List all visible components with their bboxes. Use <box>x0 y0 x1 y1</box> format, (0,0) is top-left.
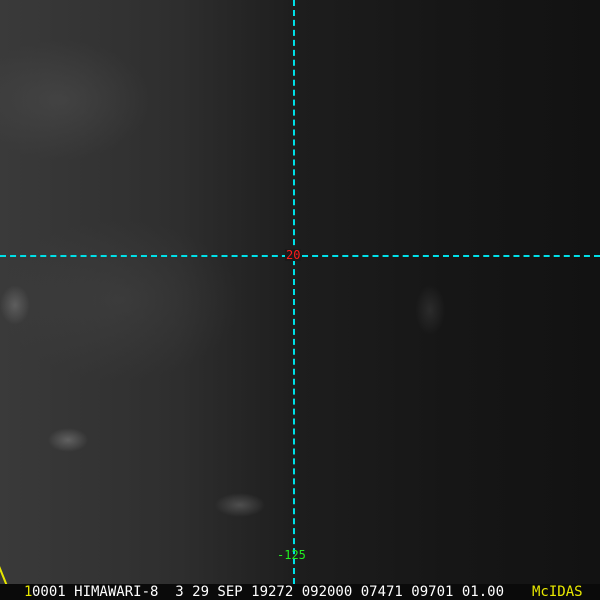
status-bar: 1 0001 HIMAWARI-8 3 29 SEP 19272 092000 0… <box>0 584 600 600</box>
latitude-label: 20 <box>285 248 302 262</box>
image-info: 0001 HIMAWARI-8 3 29 SEP 19272 092000 07… <box>32 584 505 600</box>
longitude-grid-line <box>293 0 295 584</box>
satellite-image: 20 -125 1 0001 HIMAWARI-8 3 29 SEP 19272 … <box>0 0 600 600</box>
longitude-label: -125 <box>277 548 306 562</box>
mcidas-logo: McIDAS <box>532 584 583 600</box>
